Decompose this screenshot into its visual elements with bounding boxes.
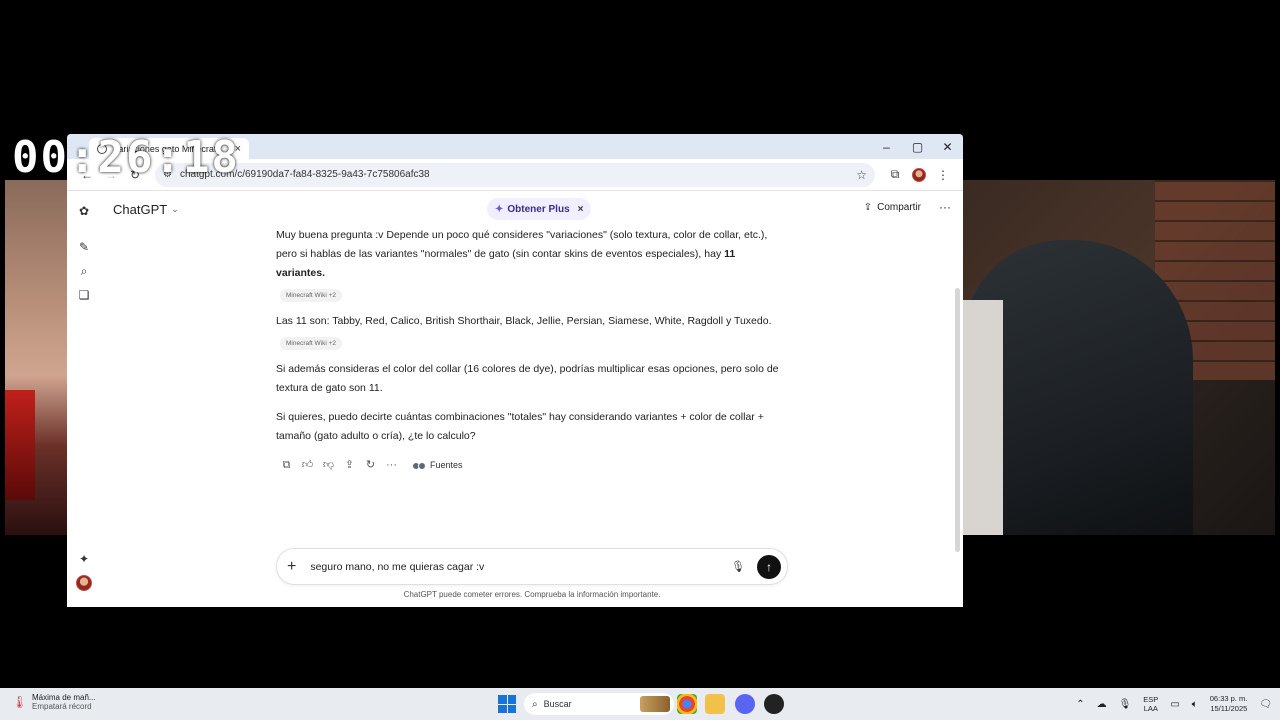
regenerate-icon[interactable]: ↻ — [360, 457, 381, 475]
clock-time: 06:33 p. m. — [1209, 694, 1248, 703]
more-options-icon[interactable]: ··· — [939, 200, 951, 214]
message-paragraph: Las 11 son: Tabby, Red, Calico, British … — [276, 315, 772, 327]
share-button[interactable]: ⇪ Compartir — [864, 202, 921, 213]
maximize-icon[interactable]: ▢ — [902, 134, 933, 159]
message-actions: ⧉ 👍︎ 👎︎ ⇪ ↻ ··· Fuentes — [276, 456, 786, 475]
microphone-icon[interactable]: 🎙︎ — [1119, 699, 1132, 710]
sources-button[interactable]: Fuentes — [412, 456, 463, 475]
microphone-icon[interactable]: 🎙︎ — [731, 560, 745, 573]
add-attachment-icon[interactable]: + — [287, 558, 296, 576]
chevron-down-icon: ⌄ — [171, 203, 179, 214]
citation-chip[interactable]: Minecraft Wiki +2 — [280, 289, 343, 302]
upgrade-plus-button[interactable]: ✦ Obtener Plus × — [487, 198, 592, 220]
thermometer-icon: 🌡︎ — [12, 695, 28, 709]
system-tray: ⌃ ☁ 🎙︎ ESP LAA ▭ 🔈︎ 06:33 p. m. 15/11/20… — [1064, 688, 1272, 720]
paragraph-text: Muy buena pregunta :v Depende un poco qu… — [276, 229, 768, 260]
message-paragraph: Si quieres, puedo decirte cuántas combin… — [276, 411, 764, 442]
app-icon[interactable] — [764, 694, 784, 714]
scrollbar[interactable] — [955, 288, 960, 552]
url-field[interactable]: ⚙ chatgpt.com/c/69190da7-fa84-8325-9a43-… — [155, 162, 875, 187]
library-icon[interactable]: ❏ — [74, 285, 94, 305]
model-selector[interactable]: ChatGPT ⌄ — [113, 202, 179, 217]
chatgpt-app: ✿ ✎ ⌕ ❏ ✦ ChatGPT ⌄ ✦ Obtener Plus × ⇪ C… — [67, 192, 963, 607]
search-highlight-image — [640, 696, 670, 712]
weather-title: Máxima de mañ... — [32, 693, 96, 702]
network-icon[interactable]: ▭ — [1170, 699, 1179, 710]
send-button[interactable]: ↑ — [757, 554, 781, 579]
taskbar: 🌡︎ Máxima de mañ... Empatará récord ⌕ Bu… — [0, 688, 1280, 720]
browser-menu-icon[interactable]: ⋮ — [931, 163, 955, 187]
search-placeholder: Buscar — [543, 699, 572, 709]
bold-text: . — [322, 267, 326, 279]
sidebar-rail: ✿ ✎ ⌕ ❏ ✦ — [67, 192, 101, 607]
cloud-icon[interactable]: ☁ — [1097, 699, 1107, 710]
minimize-icon[interactable]: – — [871, 134, 902, 159]
close-window-icon[interactable]: ✕ — [932, 134, 963, 159]
search-icon[interactable]: ⌕ — [74, 261, 94, 281]
discord-app-icon[interactable] — [735, 694, 755, 714]
citation-chip[interactable]: Minecraft Wiki +2 — [280, 337, 343, 350]
thumbs-down-icon[interactable]: 👎︎ — [318, 457, 339, 475]
openai-logo-icon[interactable]: ✿ — [74, 201, 94, 221]
source-favicons-icon — [412, 461, 426, 470]
assistant-message: Muy buena pregunta :v Depende un poco qu… — [276, 226, 786, 475]
weather-widget[interactable]: 🌡︎ Máxima de mañ... Empatará récord — [12, 693, 96, 711]
new-chat-icon[interactable]: ✎ — [74, 237, 94, 257]
share-icon: ⇪ — [863, 202, 873, 213]
file-explorer-icon[interactable] — [705, 694, 725, 714]
windows-start-icon[interactable] — [498, 695, 516, 713]
stream-timer: 00:26:18 — [12, 132, 240, 183]
composer-input[interactable]: seguro mano, no me quieras cagar :v — [310, 561, 731, 573]
user-avatar[interactable] — [74, 573, 94, 593]
weather-subtitle: Empatará récord — [32, 702, 92, 711]
share-icon[interactable]: ⇪ — [339, 457, 360, 475]
chrome-app-icon[interactable] — [677, 694, 697, 714]
sparkle-icon[interactable]: ✦ — [74, 549, 94, 569]
notifications-icon[interactable]: 🗨︎ — [1259, 699, 1272, 710]
upgrade-label: Obtener Plus — [507, 203, 570, 215]
model-label: ChatGPT — [113, 201, 168, 217]
volume-icon[interactable]: 🔈︎ — [1192, 699, 1198, 710]
thumbs-up-icon[interactable]: 👍︎ — [297, 457, 318, 475]
dismiss-icon[interactable]: × — [578, 204, 584, 215]
message-paragraph: Si además consideras el color del collar… — [276, 363, 779, 394]
search-icon: ⌕ — [532, 698, 538, 710]
browser-window: Variaciones gato Minecraft × – ▢ ✕ ← → ↻… — [67, 134, 963, 607]
extensions-icon[interactable]: ⧉ — [883, 163, 907, 187]
language-code: ESP — [1143, 695, 1159, 704]
message-paragraph: Muy buena pregunta :v Depende un poco qu… — [276, 226, 786, 283]
message-composer[interactable]: + seguro mano, no me quieras cagar :v 🎙︎… — [276, 548, 788, 585]
webcam-left — [5, 180, 69, 535]
sparkle-icon: ✦ — [495, 203, 504, 215]
profile-avatar[interactable] — [907, 163, 931, 187]
share-label: Compartir — [877, 202, 921, 213]
bookmark-star-icon[interactable]: ☆ — [856, 168, 867, 182]
copy-icon[interactable]: ⧉ — [276, 457, 297, 475]
clock[interactable]: 06:33 p. m. 15/11/2025 — [1210, 694, 1248, 714]
sources-label: Fuentes — [430, 460, 463, 470]
chat-header: ChatGPT ⌄ ✦ Obtener Plus × ⇪ Compartir ·… — [101, 192, 963, 226]
chevron-up-icon[interactable]: ⌃ — [1076, 699, 1084, 710]
language-indicator[interactable]: ESP LAA — [1143, 695, 1158, 713]
clock-date: 15/11/2025 — [1210, 704, 1248, 713]
disclaimer-text: ChatGPT puede cometer errores. Comprueba… — [403, 590, 661, 599]
webcam-right — [963, 180, 1275, 535]
more-icon[interactable]: ··· — [381, 457, 402, 475]
keyboard-layout: LAA — [1143, 704, 1158, 713]
screen: Variaciones gato Minecraft × – ▢ ✕ ← → ↻… — [0, 0, 1280, 720]
taskbar-search[interactable]: ⌕ Buscar — [524, 693, 674, 715]
